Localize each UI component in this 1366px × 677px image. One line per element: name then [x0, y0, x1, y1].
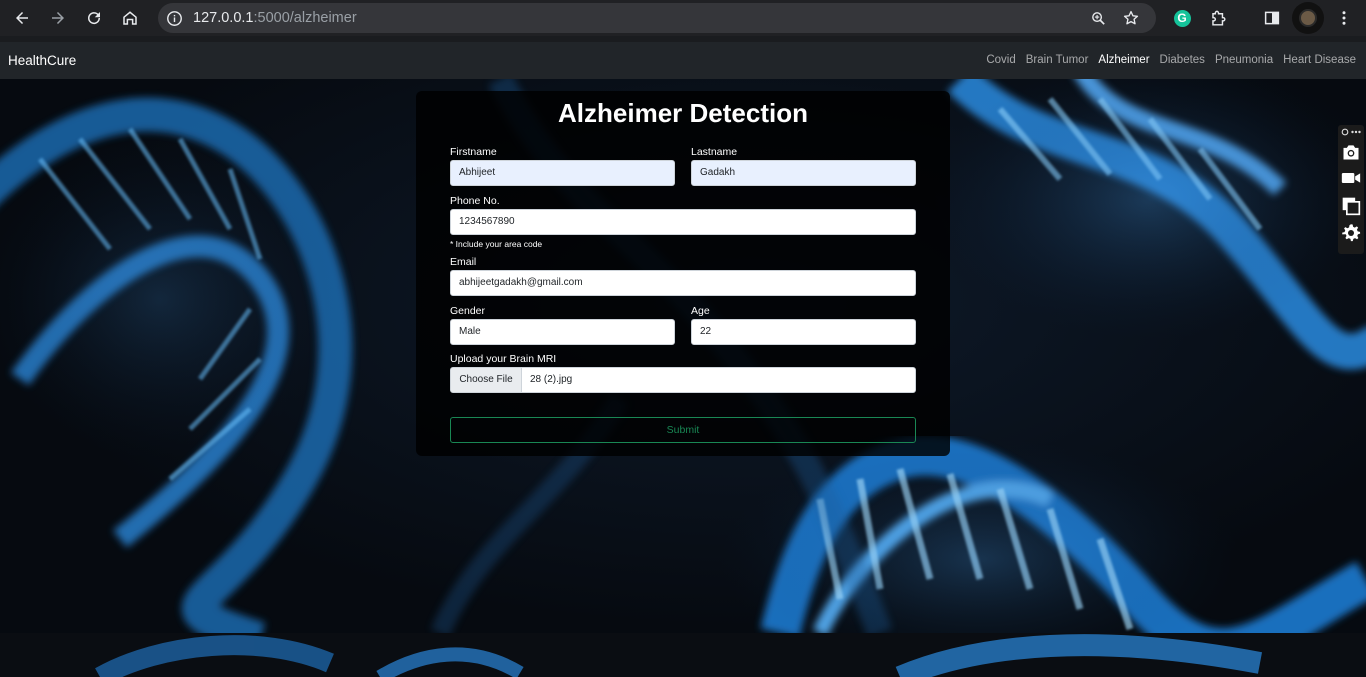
pin-icon[interactable] [1341, 128, 1349, 136]
dna-lower-illustration [95, 634, 1263, 677]
nav-link-brain-tumor[interactable]: Brain Tumor [1026, 54, 1089, 66]
home-icon [123, 11, 137, 25]
lastname-input[interactable]: Gadakh [691, 160, 916, 186]
nav-link-pneumonia[interactable]: Pneumonia [1215, 54, 1273, 66]
reload-button[interactable] [82, 6, 106, 30]
dna-background-lower-strip [0, 633, 1366, 677]
forward-button[interactable] [46, 6, 70, 30]
copy-icon [1342, 197, 1361, 216]
phone-label: Phone No. [450, 195, 500, 207]
zoom-icon [1091, 11, 1105, 25]
grammarly-icon: G [1173, 9, 1191, 27]
url-text: 127.0.0.1:5000/alzheimer [193, 10, 357, 26]
camera-icon [1343, 145, 1359, 160]
site-navbar: HealthCure Covid Brain Tumor Alzheimer D… [0, 42, 1366, 79]
nav-link-heart-disease[interactable]: Heart Disease [1283, 54, 1356, 66]
site-info-button[interactable] [164, 8, 184, 28]
lastname-label: Lastname [691, 146, 738, 158]
zoom-button[interactable] [1088, 8, 1108, 28]
nav-link-alzheimer[interactable]: Alzheimer [1098, 54, 1149, 66]
age-label: Age [691, 305, 710, 317]
file-name-display[interactable]: 28 (2).jpg [521, 367, 916, 393]
nav-links: Covid Brain Tumor Alzheimer Diabetes Pne… [986, 54, 1356, 66]
phone-help-text: * Include your area code [450, 239, 543, 249]
nav-link-covid[interactable]: Covid [986, 54, 1015, 66]
alzheimer-form-card: Alzheimer Detection Firstname Abhijeet L… [416, 91, 950, 456]
browser-menu-button[interactable] [1332, 6, 1356, 30]
phone-input[interactable]: 1234567890 [450, 209, 916, 235]
kebab-menu-icon [1342, 11, 1346, 25]
puzzle-icon [1211, 10, 1225, 26]
settings-button[interactable] [1340, 222, 1362, 244]
firstname-label: Firstname [450, 146, 497, 158]
email-input[interactable]: abhijeetgadakh@gmail.com [450, 270, 916, 296]
gender-label: Gender [450, 305, 486, 317]
bookmark-button[interactable] [1121, 8, 1141, 28]
capture-extension-toolbar [1338, 125, 1364, 254]
side-panel-button[interactable] [1260, 6, 1284, 30]
email-label: Email [450, 256, 477, 268]
age-input[interactable]: 22 [691, 319, 916, 345]
video-camera-icon [1341, 173, 1361, 183]
gear-icon [1342, 224, 1361, 242]
url-host: 127.0.0.1 [193, 10, 254, 26]
upload-label: Upload your Brain MRI [450, 353, 557, 365]
star-icon [1123, 10, 1139, 25]
address-bar[interactable]: 127.0.0.1:5000/alzheimer [158, 3, 1156, 33]
firstname-input[interactable]: Abhijeet [450, 160, 675, 186]
browser-toolbar: 127.0.0.1:5000/alzheimer G [0, 0, 1366, 36]
avatar-image [1299, 9, 1317, 27]
submit-button[interactable]: Submit [450, 417, 916, 443]
extensions-button[interactable] [1206, 6, 1230, 30]
url-path: :5000/alzheimer [253, 10, 357, 26]
reload-icon [88, 12, 101, 25]
record-video-button[interactable] [1340, 167, 1362, 189]
nav-link-diabetes[interactable]: Diabetes [1160, 54, 1205, 66]
screenshot-button[interactable] [1340, 141, 1362, 163]
grammarly-extension-button[interactable]: G [1170, 6, 1194, 30]
page-title: Alzheimer Detection [558, 98, 808, 128]
gender-input[interactable]: Male [450, 319, 675, 345]
choose-file-button[interactable]: Choose File [450, 367, 522, 393]
toolbar-header [1341, 127, 1361, 137]
back-button[interactable] [10, 6, 34, 30]
more-icon[interactable] [1351, 130, 1361, 134]
side-panel-icon [1264, 11, 1280, 25]
home-button[interactable] [118, 6, 142, 30]
info-icon [166, 10, 182, 26]
copy-button[interactable] [1340, 195, 1362, 217]
arrow-right-icon [52, 12, 64, 24]
brand-link[interactable]: HealthCure [8, 53, 76, 68]
arrow-left-icon [16, 12, 28, 24]
profile-avatar[interactable] [1292, 2, 1324, 34]
